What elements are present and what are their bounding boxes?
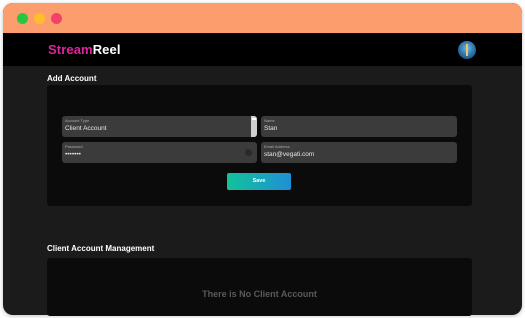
account-type-value: Client Account <box>65 125 107 132</box>
account-type-label: Account Type <box>65 118 90 123</box>
password-label: Password <box>65 144 83 149</box>
select-scroll-icon[interactable] <box>251 116 257 137</box>
account-type-select[interactable]: Account Type Client Account <box>62 116 257 137</box>
password-field[interactable]: Password ••••••• <box>62 142 257 163</box>
client-accounts-card <box>47 258 472 316</box>
add-account-title: Add Account <box>47 74 97 83</box>
streamreel-logo[interactable]: StreamReel <box>48 42 121 57</box>
window-maximize-button[interactable] <box>51 13 62 24</box>
name-label: Name <box>264 118 275 123</box>
empty-state-message: There is No Client Account <box>202 289 317 299</box>
name-value: Stan <box>264 125 278 132</box>
app-header: StreamReel <box>3 33 522 66</box>
window-minimize-button[interactable] <box>34 13 45 24</box>
name-field[interactable]: Name Stan <box>261 116 457 137</box>
password-value: ••••••• <box>65 151 81 158</box>
email-value: stan@vegati.com <box>264 151 315 158</box>
window-close-button[interactable] <box>17 13 28 24</box>
save-button[interactable]: Save <box>227 173 291 190</box>
email-label: Email Address <box>264 144 290 149</box>
email-field[interactable]: Email Address stan@vegati.com <box>261 142 457 163</box>
user-avatar-icon[interactable] <box>458 41 476 59</box>
show-password-icon[interactable] <box>245 149 252 156</box>
client-management-title: Client Account Management <box>47 244 155 253</box>
logo-part-reel: Reel <box>92 42 121 57</box>
window-titlebar <box>3 3 522 33</box>
logo-part-stream: Stream <box>48 42 93 57</box>
